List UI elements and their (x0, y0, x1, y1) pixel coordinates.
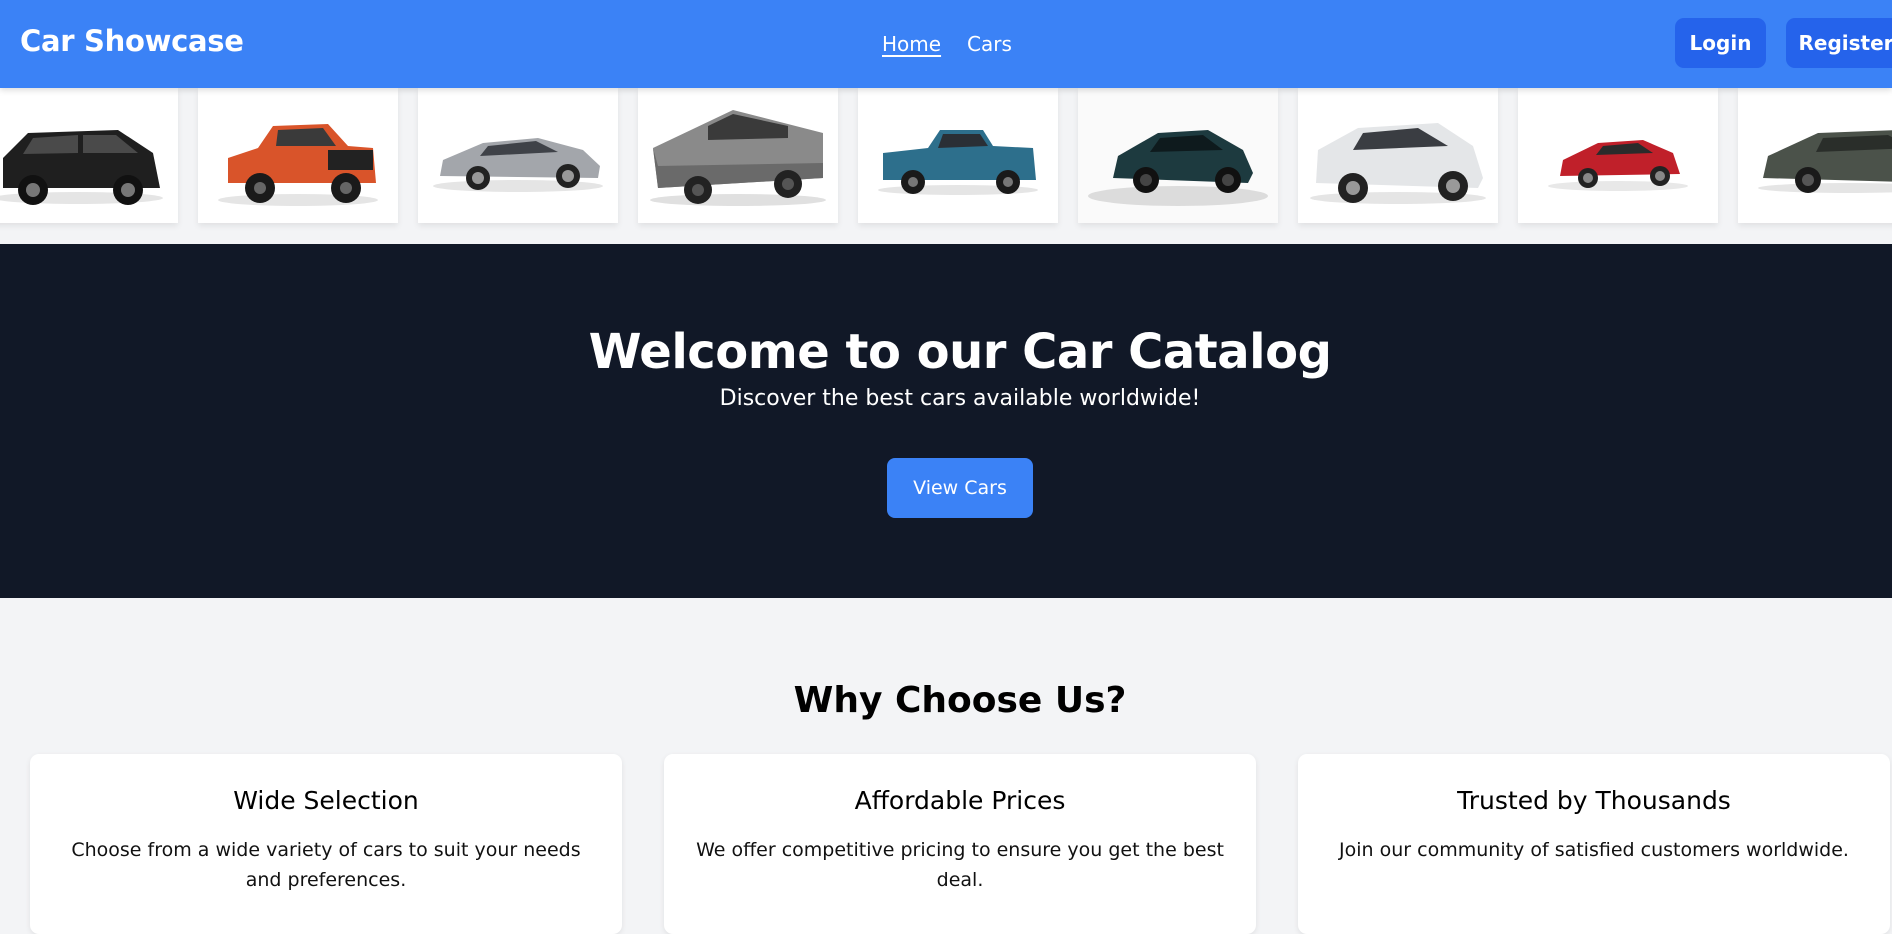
white-suv-icon (1310, 123, 1486, 204)
car-card[interactable] (198, 88, 398, 223)
car-card[interactable] (1298, 88, 1498, 223)
view-cars-button[interactable]: View Cars (887, 458, 1033, 518)
feature-description: Choose from a wide variety of cars to su… (71, 839, 581, 891)
hero-title: Welcome to our Car Catalog (588, 324, 1332, 380)
car-card[interactable] (0, 88, 178, 223)
hero-subtitle: Discover the best cars available worldwi… (719, 386, 1201, 411)
brand-logo[interactable]: Car Showcase (20, 24, 244, 58)
car-card[interactable] (1738, 88, 1892, 223)
feature-description: Join our community of satisfied customer… (1339, 839, 1849, 861)
car-card[interactable] (418, 88, 618, 223)
why-choose-us-heading: Why Choose Us? (793, 680, 1127, 721)
dark-green-supercar-icon (1078, 88, 1278, 223)
feature-title: Affordable Prices (854, 786, 1066, 815)
car-card[interactable] (638, 88, 838, 223)
register-button[interactable]: Register (1786, 18, 1892, 68)
feature-title: Wide Selection (233, 786, 419, 815)
feature-card-wide-selection: Wide Selection Choose from a wide variet… (30, 754, 622, 934)
feature-card-affordable-prices: Affordable Prices We offer competitive p… (664, 754, 1256, 934)
black-suv-icon (0, 130, 163, 205)
nav-link-cars[interactable]: Cars (967, 32, 1012, 56)
red-coupe-icon (1548, 140, 1688, 191)
navbar: Car Showcase Home Cars Login Register (0, 0, 1892, 88)
orange-pickup-icon (218, 124, 378, 206)
hero-section: Welcome to our Car Catalog Discover the … (0, 244, 1892, 598)
silver-sedan-icon (433, 138, 603, 192)
teal-pickup-icon (878, 130, 1038, 195)
login-button[interactable]: Login (1675, 18, 1766, 68)
car-card[interactable] (1518, 88, 1718, 223)
feature-card-trusted: Trusted by Thousands Join our community … (1298, 754, 1890, 934)
steel-truck-icon (650, 110, 826, 206)
nav-link-home[interactable]: Home (882, 32, 941, 56)
feature-description: We offer competitive pricing to ensure y… (696, 839, 1224, 891)
feature-title: Trusted by Thousands (1457, 786, 1731, 815)
car-carousel (0, 88, 1892, 244)
car-card[interactable] (858, 88, 1058, 223)
car-card[interactable] (1078, 88, 1278, 223)
olive-suv-icon (1758, 130, 1892, 193)
